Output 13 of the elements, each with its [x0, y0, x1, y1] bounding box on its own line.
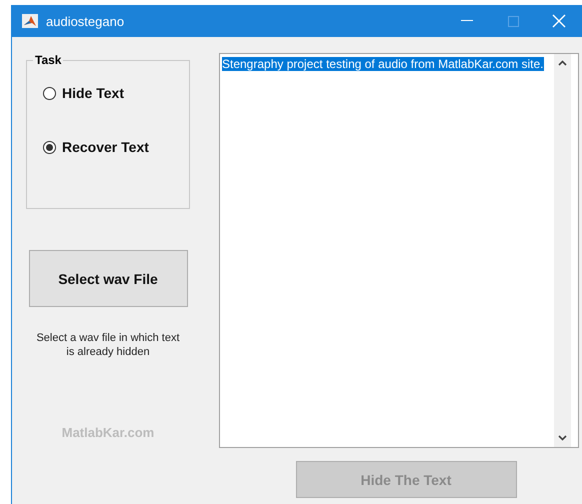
scroll-up-icon[interactable]: [558, 60, 567, 66]
text-area[interactable]: Stengraphy project testing of audio from MatlabKar.com site.: [219, 53, 579, 448]
window-title: audiostegano: [46, 14, 126, 28]
close-icon[interactable]: [552, 14, 566, 28]
text-value: Stengraphy project testing of audio from MatlabKar.com site.: [222, 57, 544, 71]
radio-option[interactable]: Recover Text: [43, 139, 189, 155]
select-file-button[interactable]: Select wav File: [28, 250, 188, 307]
radio-option[interactable]: Hide Text: [43, 85, 189, 101]
matlab-logo-icon: [22, 14, 38, 28]
panel-title: Task: [34, 53, 62, 67]
minimize-icon[interactable]: [461, 20, 473, 22]
scroll-down-icon[interactable]: [558, 435, 567, 441]
hint-text: Select a wav file in which text is already hidden: [35, 331, 181, 359]
